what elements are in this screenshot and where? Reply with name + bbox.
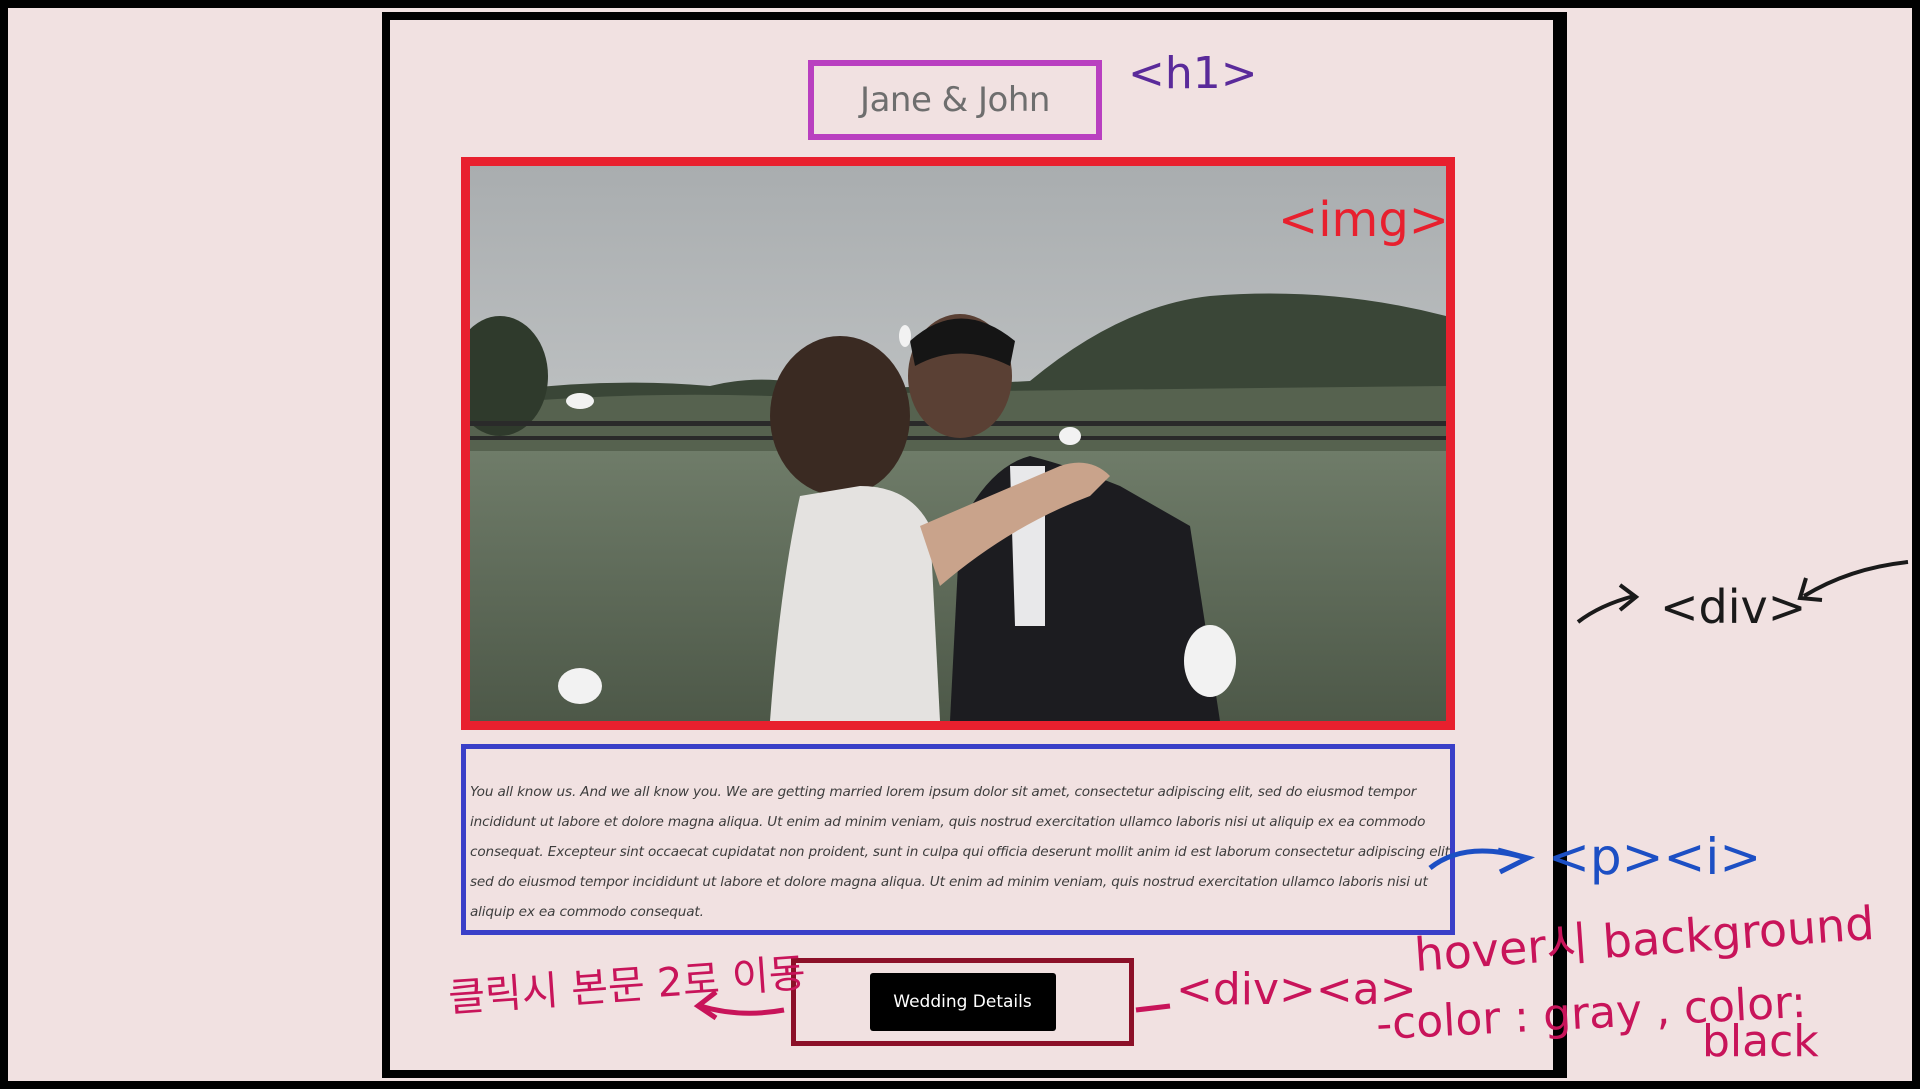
intro-paragraph: You all know us. And we all know you. We… xyxy=(470,784,1455,920)
div-tag-annotation: <div> xyxy=(1660,580,1807,634)
h1-tag-annotation: <h1> xyxy=(1128,48,1258,99)
button-annotation-box: Wedding Details xyxy=(791,958,1134,1046)
img-tag-annotation: <img> xyxy=(1278,192,1449,248)
screenshot-canvas: Jane & John You all know us. And we all … xyxy=(0,0,1920,1089)
h1-annotation-box: Jane & John xyxy=(808,60,1102,140)
p-annotation-box: You all know us. And we all know you. We… xyxy=(461,744,1455,935)
wedding-details-button[interactable]: Wedding Details xyxy=(869,973,1056,1031)
p-i-tag-annotation: <p><i> xyxy=(1548,828,1762,886)
wedding-photo xyxy=(470,166,1446,721)
page-title: Jane & John xyxy=(860,80,1050,120)
hover-note-line3: black xyxy=(1702,1016,1819,1067)
